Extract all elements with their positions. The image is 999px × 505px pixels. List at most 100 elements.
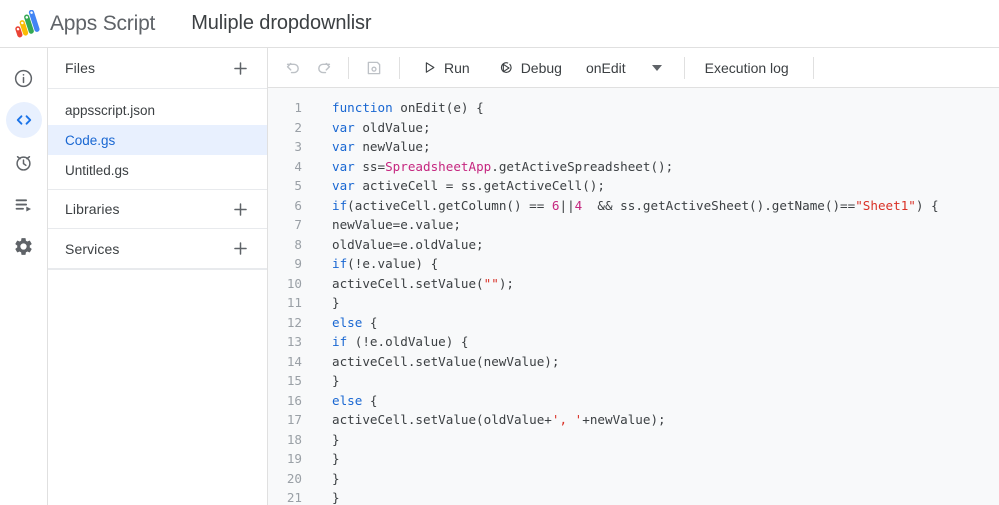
play-icon [425,62,435,73]
execution-log-label: Execution log [704,59,789,76]
code-line-content: var oldValue; [332,119,431,135]
app-body: Files appsscript.json Code.gs Untitled.g… [0,48,999,505]
debug-button[interactable]: Debug [490,53,570,83]
code-line: 19} [268,449,999,469]
code-line: 10 activeCell.setValue(""); [268,274,999,294]
toolbar-divider [399,56,400,79]
toolbar-divider [812,56,814,79]
editor-toolbar: Run Debug onEdit Execution log [268,48,999,88]
line-number: 14 [286,353,302,369]
line-number: 1 [294,100,302,116]
code-line: 17 activeCell.setValue(oldValue+', '+newV… [268,410,999,430]
line-number: 8 [294,236,302,252]
file-item-label: appsscript.json [65,102,156,118]
code-line: 18} [268,430,999,450]
code-line: 6 if(activeCell.getColumn() == 6||4 && ss… [268,196,999,216]
code-line: 21} [268,488,999,505]
line-number: 18 [286,431,302,447]
code-line: 15} [268,371,999,391]
code-line-content: else { [332,392,378,408]
line-number: 21 [286,490,302,505]
code-line-content: oldValue=e.oldValue; [332,236,484,252]
code-line: 11} [268,293,999,313]
line-number: 17 [286,412,302,428]
code-line-content: } [332,431,340,447]
info-icon [14,69,33,87]
line-number: 5 [294,178,302,194]
debug-icon [500,61,512,73]
line-number: 3 [294,139,302,155]
toolbar-divider [348,56,349,79]
file-item-label: Untitled.gs [65,162,129,178]
libraries-section-header[interactable]: Libraries [48,189,267,229]
document-title[interactable]: Muliple dropdownlisr [191,12,371,35]
files-section-header: Files [48,48,267,89]
line-number: 19 [286,451,302,467]
file-item-appsscript-json[interactable]: appsscript.json [48,95,267,125]
redo-icon [317,62,330,74]
nav-item-editor[interactable] [5,102,42,138]
app-header: Apps Script Muliple dropdownlisr [0,0,999,48]
run-button[interactable]: Run [414,53,478,83]
add-library-button[interactable] [227,196,253,222]
code-line-content: var newValue; [332,139,431,155]
plus-icon [233,202,247,216]
add-service-button[interactable] [227,236,253,262]
code-line-content: if (!e.oldValue) { [332,334,469,350]
code-line-content: activeCell.setValue(""); [332,275,514,291]
line-number: 6 [294,197,302,213]
file-item-label: Code.gs [65,132,116,148]
nav-item-executions[interactable] [6,186,42,222]
services-section-header[interactable]: Services [48,229,267,269]
save-icon [367,61,381,74]
code-editor[interactable]: 1 function onEdit(e) { 2 var oldValue; 3 var … [268,88,999,505]
files-section-title: Files [65,60,96,76]
code-line-content: var activeCell = ss.getActiveCell(); [332,178,605,194]
line-number: 9 [294,256,302,272]
plus-icon [233,61,247,75]
code-icon [16,115,31,125]
code-line: 16 else { [268,391,999,411]
code-line-content: activeCell.setValue(oldValue+', '+newVal… [332,412,666,428]
file-list: appsscript.json Code.gs Untitled.gs [48,89,267,189]
undo-button[interactable] [278,53,308,83]
code-line-content: } [332,373,340,389]
code-line-content: newValue=e.value; [332,217,461,233]
debug-label: Debug [520,59,562,76]
line-number: 11 [286,295,302,311]
line-number: 2 [294,119,302,135]
code-line-content: if(activeCell.getColumn() == 6||4 && ss.… [332,197,939,213]
nav-item-triggers[interactable] [6,144,42,180]
save-button[interactable] [359,53,389,83]
code-line-content: } [332,451,340,467]
files-panel: Files appsscript.json Code.gs Untitled.g… [48,48,268,505]
run-label: Run [444,59,470,76]
code-line-content: } [332,490,340,505]
function-select[interactable]: onEdit [576,53,670,83]
code-line: 14 activeCell.setValue(newValue); [268,352,999,372]
code-line: 1 function onEdit(e) { [268,98,999,118]
redo-button[interactable] [308,53,338,83]
nav-rail [0,48,48,505]
file-item-code-gs[interactable]: Code.gs [48,125,267,155]
line-number: 15 [286,373,302,389]
services-section-title: Services [65,240,120,257]
nav-item-overview[interactable] [6,60,42,96]
execution-log-button[interactable]: Execution log [695,53,799,83]
line-number: 13 [286,334,302,350]
editor-column: Run Debug onEdit Execution log 1 function… [268,48,999,505]
add-file-button[interactable] [227,55,253,81]
code-line-content: } [332,470,340,486]
line-number: 7 [294,217,302,233]
chevron-down-icon [651,64,662,71]
line-number: 4 [294,158,302,174]
code-line-content: function onEdit(e) { [332,100,484,116]
brand[interactable]: Apps Script [12,9,155,38]
code-line-content: else { [332,314,378,330]
file-item-untitled-gs[interactable]: Untitled.gs [48,155,267,185]
nav-item-settings[interactable] [6,228,42,264]
code-line: 3 var newValue; [268,137,999,157]
code-line: 2 var oldValue; [268,118,999,138]
code-line: 5 var activeCell = ss.getActiveCell(); [268,176,999,196]
gear-icon [15,237,32,255]
